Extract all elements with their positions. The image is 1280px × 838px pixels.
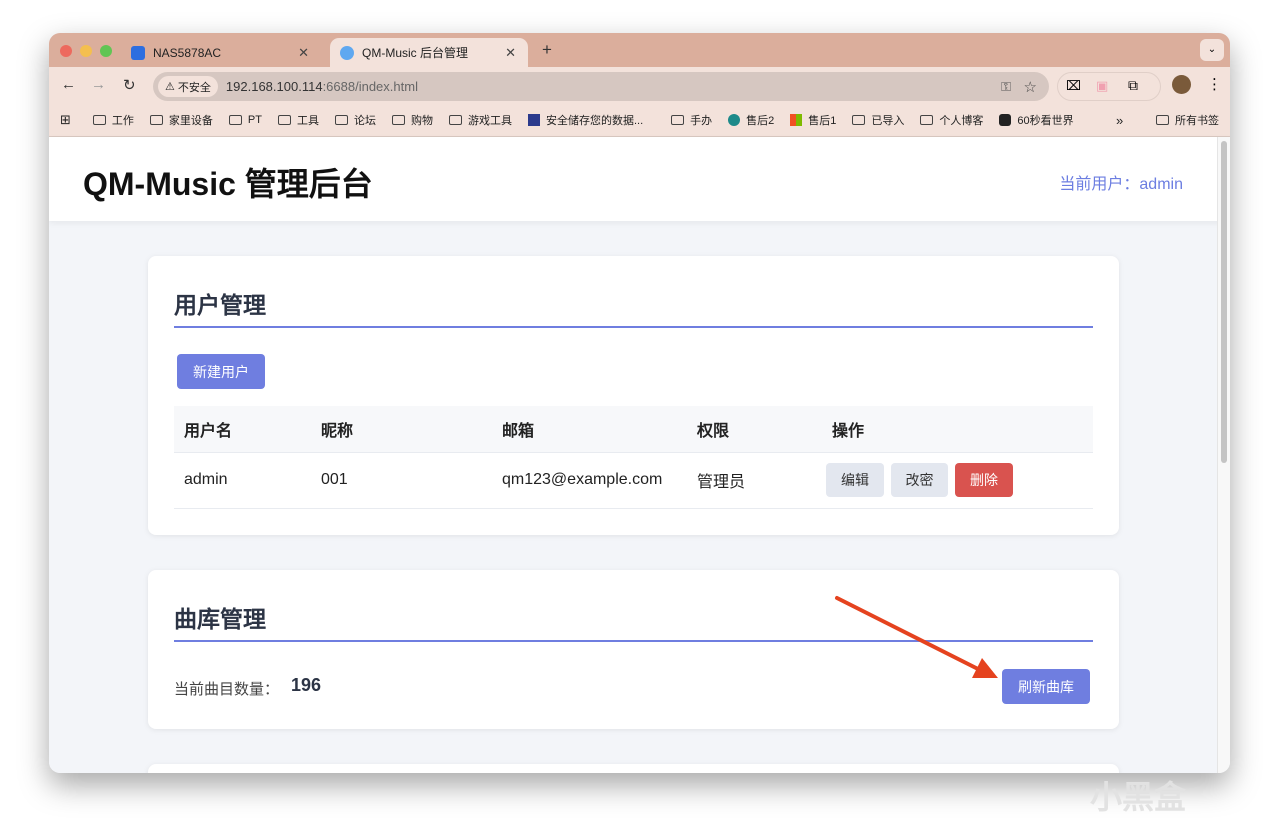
watermark-text: 小黑盒 xyxy=(1090,779,1187,815)
arrow-shaft xyxy=(835,596,982,672)
watermark-logo: 小黑盒 xyxy=(1090,772,1186,818)
annotation-arrow xyxy=(835,596,998,678)
